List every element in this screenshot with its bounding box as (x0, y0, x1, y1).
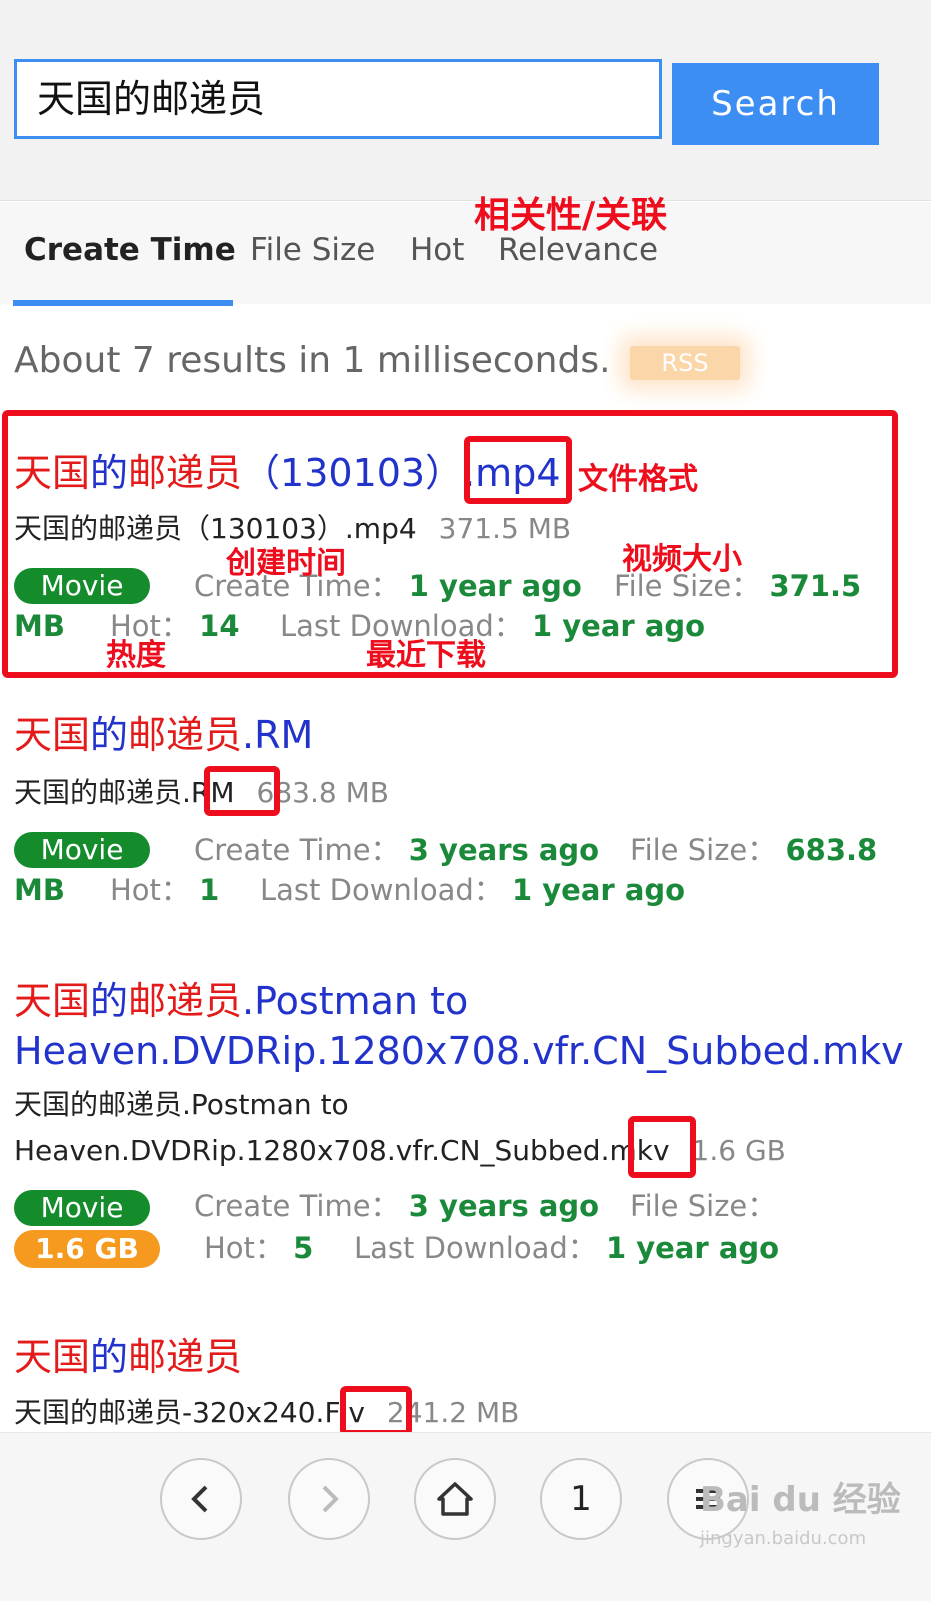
annotation-create-time: 创建时间 (226, 546, 346, 581)
annotation-video-size: 视频大小 (622, 542, 742, 577)
category-badge[interactable]: Movie (14, 1190, 150, 1226)
home-icon (437, 1482, 473, 1516)
hot: Hot： 1 (110, 873, 220, 907)
chevron-right-icon (322, 1485, 339, 1513)
annotation-hot: 热度 (106, 638, 166, 673)
results-summary: About 7 results in 1 milliseconds. (14, 340, 611, 381)
forward-button[interactable] (288, 1458, 370, 1540)
category-badge[interactable]: Movie (14, 832, 150, 868)
annotation-format: 文件格式 (578, 462, 698, 497)
annotation-box-flv (340, 1386, 412, 1436)
search-input[interactable]: 天国的邮递员 (14, 59, 662, 139)
tab-create-time[interactable]: Create Time (24, 232, 236, 268)
watermark: Bai du 经验 (700, 1480, 901, 1520)
active-tab-indicator (13, 300, 233, 306)
hot: Hot： 5 (204, 1231, 314, 1265)
watermark-url: jingyan.baidu.com (700, 1528, 867, 1549)
result-title-4[interactable]: 天国的邮递员 (14, 1332, 914, 1382)
create-time: Create Time： 3 years ago (194, 833, 600, 867)
create-time: Create Time： 3 years ago (194, 1189, 600, 1223)
result-title-3[interactable]: 天国的邮递员.Postman to Heaven.DVDRip.1280x708… (14, 976, 914, 1076)
tabs-count: 1 (570, 1479, 592, 1519)
last-download: Last Download： 1 year ago (354, 1231, 780, 1265)
search-button[interactable]: Search (672, 63, 879, 145)
result-file-3: 天国的邮递员.Postman to Heaven.DVDRip.1280x708… (14, 1088, 786, 1167)
annotation-relevance: 相关性/关联 (474, 195, 668, 236)
tabs-button[interactable]: 1 (540, 1458, 622, 1540)
chevron-left-icon (191, 1485, 208, 1513)
category-badge[interactable]: Movie (14, 568, 150, 604)
file-size-badge: 1.6 GB (14, 1230, 160, 1268)
rss-button[interactable]: RSS (630, 346, 740, 380)
file-size: File Size： (630, 1189, 777, 1223)
last-download: Last Download： 1 year ago (260, 873, 686, 907)
back-button[interactable] (160, 1458, 242, 1540)
home-button[interactable] (414, 1458, 496, 1540)
file-size-unit: MB (14, 873, 65, 907)
annotation-box-mkv (628, 1116, 696, 1178)
annotation-box-mp4 (464, 436, 572, 504)
tab-file-size[interactable]: File Size (250, 232, 375, 268)
file-size-unit: MB (14, 609, 65, 643)
file-size: File Size： 683.8 (630, 833, 878, 867)
last-download: Last Download： 1 year ago (280, 609, 706, 643)
result-file-1: 天国的邮递员（130103）.mp4 371.5 MB (14, 512, 572, 545)
result-title-2[interactable]: 天国的邮递员.RM (14, 710, 914, 760)
result-file-4: 天国的邮递员-320x240.Flv 241.2 MB (14, 1396, 520, 1429)
annotation-last-download: 最近下载 (366, 638, 486, 673)
tab-hot[interactable]: Hot (410, 232, 464, 268)
result-file-2: 天国的邮递员.RM 683.8 MB (14, 776, 389, 809)
annotation-box-rm (204, 766, 280, 816)
